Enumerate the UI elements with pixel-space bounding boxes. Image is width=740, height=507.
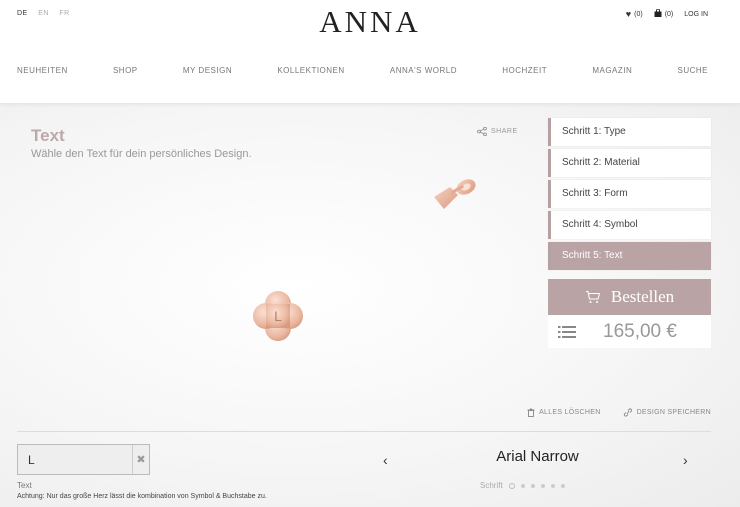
text-input-label: Text [17, 481, 32, 490]
nav-item-neuheiten[interactable]: NEUHEITEN [17, 66, 68, 75]
nav-item-hochzeit[interactable]: HOCHZEIT [502, 66, 547, 75]
engraving-letter: L [274, 308, 282, 324]
cart-icon [585, 291, 601, 303]
bag-icon[interactable] [654, 8, 662, 19]
step-text[interactable]: Schritt 5: Text [548, 242, 711, 270]
font-label: Schrift [480, 481, 503, 490]
stud-earring-image [434, 179, 476, 209]
login-link[interactable]: LOG IN [684, 11, 708, 18]
font-dot[interactable] [560, 483, 565, 488]
step-form[interactable]: Schritt 3: Form [548, 180, 711, 208]
heart-icon[interactable]: ♥ [626, 9, 631, 19]
font-name: Arial Narrow [496, 448, 579, 465]
text-input-wrap: ✖ [17, 444, 150, 475]
step-material[interactable]: Schritt 2: Material [548, 149, 711, 177]
price-box: 165,00 € [548, 315, 711, 348]
design-actions: ALLES LÖSCHEN DESIGN SPEICHERN [527, 408, 711, 417]
order-button[interactable]: Bestellen [548, 279, 711, 315]
page-title: Text [31, 126, 65, 145]
order-label: Bestellen [610, 287, 675, 306]
combination-note: Achtung: Nur das große Herz lässt die ko… [17, 493, 267, 500]
cart-count[interactable]: (0) [665, 11, 674, 18]
total-price: 165,00 € [603, 320, 677, 342]
nav-item-suche[interactable]: SUCHE [677, 66, 708, 75]
step-type[interactable]: Schritt 1: Type [548, 118, 711, 146]
nav-item-shop[interactable]: SHOP [113, 66, 138, 75]
prev-font-icon[interactable]: ‹ [383, 452, 388, 468]
link-icon [623, 408, 632, 417]
font-dot[interactable] [520, 483, 525, 488]
main-nav: NEUHEITEN SHOP MY DESIGN KOLLEKTIONEN AN… [17, 66, 708, 75]
font-pager: Schrift [480, 481, 565, 490]
nav-item-magazin[interactable]: MAGAZIN [592, 66, 632, 75]
clear-all-button[interactable]: ALLES LÖSCHEN [527, 408, 600, 417]
nav-item-my-design[interactable]: MY DESIGN [183, 66, 232, 75]
nav-item-kollektionen[interactable]: KOLLEKTIONEN [277, 66, 344, 75]
designer-area: Text Wähle den Text für dein persönliche… [0, 104, 740, 507]
font-dot[interactable] [540, 483, 545, 488]
page-subtitle: Wähle den Text für dein persönliches Des… [31, 148, 252, 160]
font-dot[interactable] [550, 483, 555, 488]
clover-earring-preview: L [253, 291, 303, 341]
save-design-label: DESIGN SPEICHERN [636, 409, 711, 416]
user-menu: ♥ (0) (0) LOG IN [626, 8, 708, 19]
save-design-button[interactable]: DESIGN SPEICHERN [623, 408, 711, 417]
clear-input-icon[interactable]: ✖ [132, 445, 149, 474]
engraving-text-input[interactable] [18, 445, 128, 474]
list-icon[interactable] [548, 325, 586, 338]
divider [17, 431, 711, 432]
step-list: Schritt 1: Type Schritt 2: Material Schr… [548, 118, 711, 273]
font-dot[interactable] [530, 483, 535, 488]
font-dot-active[interactable] [508, 482, 515, 489]
step-symbol[interactable]: Schritt 4: Symbol [548, 211, 711, 239]
wishlist-count[interactable]: (0) [634, 11, 643, 18]
nav-item-annas-world[interactable]: ANNA'S WORLD [390, 66, 457, 75]
trash-icon [527, 408, 535, 417]
next-font-icon[interactable]: › [683, 452, 688, 468]
share-label: SHARE [491, 128, 518, 135]
clear-all-label: ALLES LÖSCHEN [539, 409, 601, 416]
site-header: DE EN FR ANNA ♥ (0) (0) LOG IN NEUHEITEN… [0, 0, 740, 104]
share-icon [477, 127, 487, 136]
share-button[interactable]: SHARE [477, 127, 518, 136]
